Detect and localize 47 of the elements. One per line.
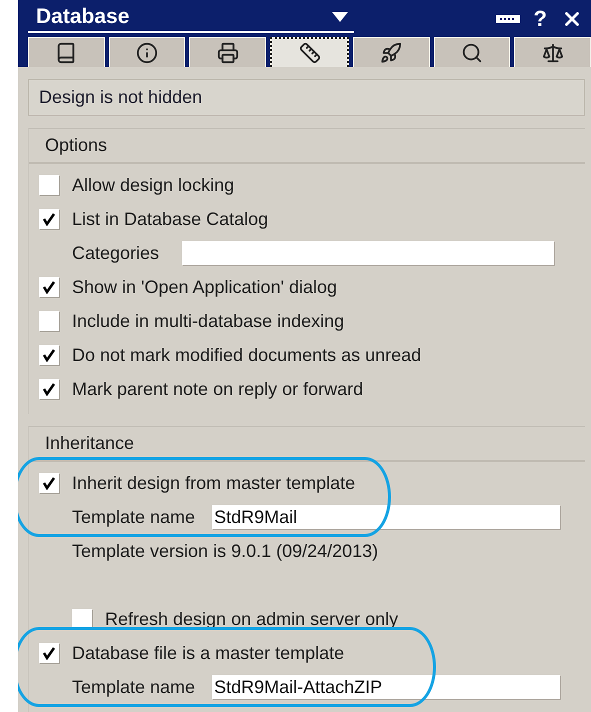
checkbox-label: Refresh design on admin server only bbox=[105, 608, 398, 630]
checkbox-label: Show in 'Open Application' dialog bbox=[72, 276, 338, 298]
checkbox[interactable] bbox=[39, 311, 59, 331]
check-icon bbox=[42, 348, 56, 362]
text-field[interactable]: StdR9Mail bbox=[212, 505, 560, 529]
dock-icon[interactable] bbox=[496, 14, 520, 22]
checkbox[interactable] bbox=[39, 209, 59, 229]
text-field[interactable]: StdR9Mail-AttachZIP bbox=[212, 675, 560, 699]
checkbox[interactable] bbox=[72, 609, 92, 629]
printer-icon bbox=[216, 42, 239, 64]
field-label: Template name bbox=[72, 676, 196, 698]
section-heading: Inheritance bbox=[45, 433, 134, 453]
field-label: Template name bbox=[72, 506, 196, 528]
text-field[interactable] bbox=[182, 241, 554, 265]
checkbox[interactable] bbox=[39, 277, 59, 297]
checkbox[interactable] bbox=[39, 379, 59, 399]
search-icon bbox=[460, 42, 483, 64]
check-icon bbox=[42, 280, 56, 294]
check-icon bbox=[42, 476, 56, 490]
help-button[interactable]: ? bbox=[534, 6, 547, 32]
checkbox[interactable] bbox=[39, 473, 59, 493]
check-icon bbox=[42, 212, 56, 226]
info-icon bbox=[136, 42, 158, 64]
checkbox-label: Do not mark modified documents as unread bbox=[72, 344, 422, 366]
checkbox-label: Inherit design from master template bbox=[72, 472, 356, 494]
field-label: Categories bbox=[72, 242, 160, 264]
checkbox[interactable] bbox=[39, 345, 59, 365]
check-icon bbox=[42, 382, 56, 396]
ruler-icon bbox=[298, 42, 321, 64]
checkbox-label: Allow design locking bbox=[72, 174, 234, 196]
scale-icon bbox=[542, 42, 564, 64]
checkbox-label: List in Database Catalog bbox=[72, 208, 268, 230]
checkbox[interactable] bbox=[39, 175, 59, 195]
checkbox[interactable] bbox=[39, 643, 59, 663]
dropdown-arrow-icon bbox=[332, 12, 348, 22]
book-icon bbox=[55, 42, 78, 64]
check-icon bbox=[42, 646, 56, 660]
rocket-icon bbox=[380, 42, 402, 64]
window-title: Database bbox=[36, 4, 130, 28]
section-heading: Options bbox=[45, 135, 108, 155]
checkbox-label: Mark parent note on reply or forward bbox=[72, 378, 364, 400]
info-text: Template version is 9.0.1 (09/24/2013) bbox=[72, 540, 378, 562]
view-dropdown[interactable]: Database bbox=[28, 4, 354, 32]
status-text: Design is not hidden bbox=[28, 79, 585, 116]
checkbox-label: Include in multi-database indexing bbox=[72, 310, 344, 332]
tab[interactable] bbox=[270, 37, 349, 67]
checkbox-label: Database file is a master template bbox=[72, 642, 344, 664]
